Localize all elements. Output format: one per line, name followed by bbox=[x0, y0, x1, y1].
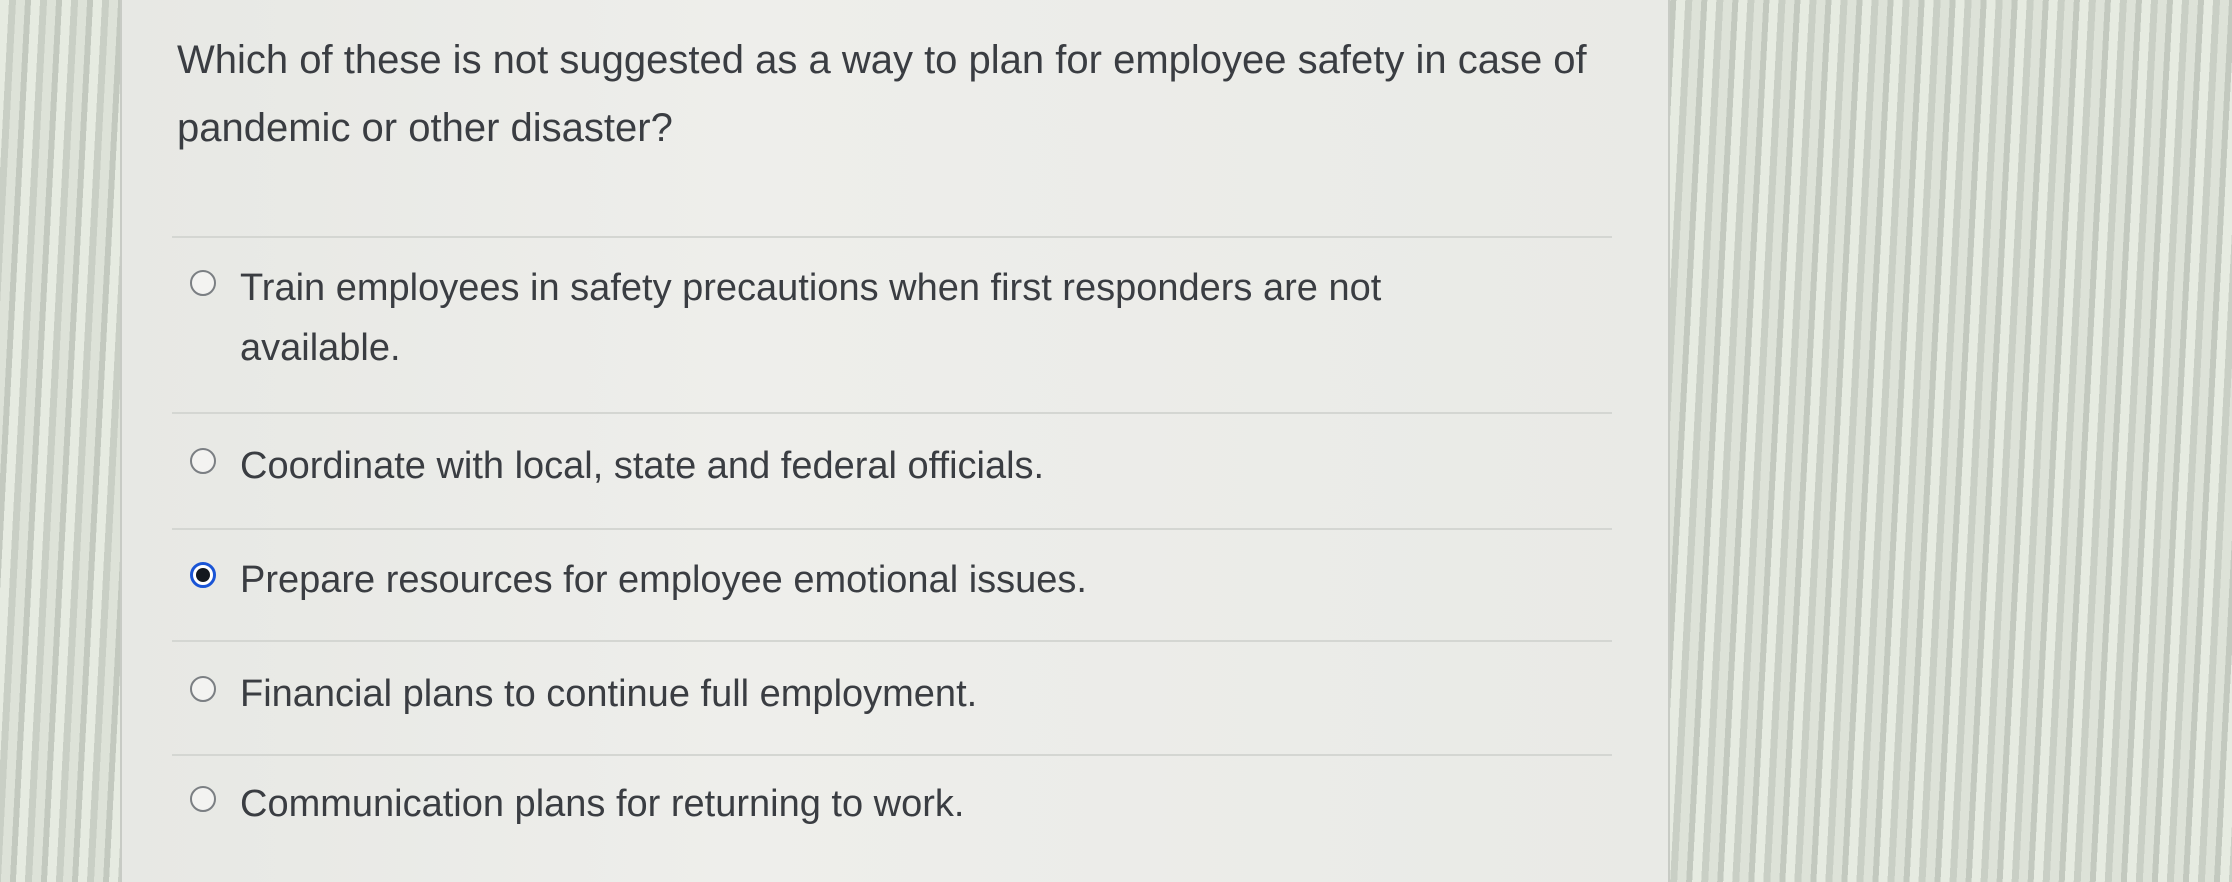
answer-option-label: Prepare resources for employee emotional… bbox=[240, 559, 1087, 601]
divider bbox=[172, 236, 1612, 238]
answer-option-label: Financial plans to continue full employm… bbox=[240, 673, 978, 715]
answer-option-5[interactable]: Communication plans for returning to wor… bbox=[190, 774, 1550, 834]
answer-option-label: Coordinate with local, state and federal… bbox=[240, 445, 1045, 487]
answer-option-label: Train employees in safety precautions wh… bbox=[240, 267, 1382, 369]
radio-button-selected-icon[interactable] bbox=[190, 562, 216, 588]
divider bbox=[172, 528, 1612, 530]
answer-option-3[interactable]: Prepare resources for employee emotional… bbox=[190, 550, 1550, 610]
answer-option-4[interactable]: Financial plans to continue full employm… bbox=[190, 664, 1550, 724]
radio-button-icon[interactable] bbox=[190, 448, 216, 474]
divider bbox=[172, 640, 1612, 642]
divider bbox=[172, 412, 1612, 414]
quiz-card: Which of these is not suggested as a way… bbox=[120, 0, 1670, 882]
divider bbox=[172, 754, 1612, 756]
radio-button-icon[interactable] bbox=[190, 676, 216, 702]
answer-option-label: Communication plans for returning to wor… bbox=[240, 783, 965, 825]
radio-button-icon[interactable] bbox=[190, 270, 216, 296]
answer-option-1[interactable]: Train employees in safety precautions wh… bbox=[190, 258, 1510, 378]
radio-dot-icon bbox=[196, 568, 210, 582]
radio-button-icon[interactable] bbox=[190, 786, 216, 812]
question-text: Which of these is not suggested as a way… bbox=[177, 38, 1587, 150]
answer-option-2[interactable]: Coordinate with local, state and federal… bbox=[190, 436, 1550, 496]
